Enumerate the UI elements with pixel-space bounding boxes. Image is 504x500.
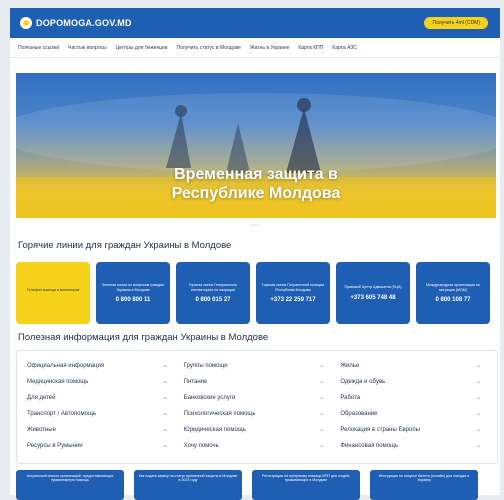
logo-text: DOPOMOGA.GOV.MD: [36, 18, 132, 28]
article-card[interactable]: Как подать заявку на статус временной за…: [134, 470, 242, 500]
info-item[interactable]: Юридическая помощь ⌄: [184, 423, 329, 436]
nav-life-in-ukraine[interactable]: Жизнь в Украине: [250, 45, 290, 51]
chevron-down-icon: ⌄: [319, 443, 325, 449]
info-accordion: Официальная информация ⌄ Группы помощи ⌄ Ж…: [16, 350, 498, 464]
chevron-down-icon: ⌄: [162, 395, 168, 401]
article-cards: Актуальный список организаций, предостав…: [16, 470, 486, 500]
hotline-card-green-line[interactable]: Зеленая линия по вопросам граждан Украин…: [96, 262, 170, 324]
info-item[interactable]: Животные ⌄: [27, 423, 172, 436]
hotlines-title: Горячие линии для граждан Украины в Молд…: [18, 240, 232, 251]
article-card[interactable]: Инструкция по покупке билета (онлайн) дл…: [370, 470, 478, 500]
chevron-down-icon: ⌄: [319, 379, 325, 385]
breadcrumb: • • •: [251, 222, 259, 227]
nav-faq[interactable]: Частые вопросы: [68, 45, 106, 51]
hero-title: Временная защита в Республике Молдова: [171, 166, 341, 202]
hotline-card-border-police[interactable]: Горячая линия Пограничной полиции Респуб…: [256, 262, 330, 324]
info-item[interactable]: Для детей ⌄: [27, 391, 172, 404]
chevron-down-icon: ⌄: [475, 363, 481, 369]
site-logo[interactable]: DOPOMOGA.GOV.MD: [20, 17, 132, 29]
main-nav: Полезные ссылки Частые вопросы Центры дл…: [10, 38, 500, 58]
nav-gas-station-map[interactable]: Карта АЗС: [332, 45, 357, 51]
hero-banner: Временная защита в Республике Молдова: [16, 73, 496, 218]
chevron-down-icon: ⌄: [319, 395, 325, 401]
chevron-down-icon: ⌄: [475, 427, 481, 433]
info-title: Полезная информация для граждан Украины …: [18, 332, 269, 343]
info-item[interactable]: Питание ⌄: [184, 375, 329, 388]
logo-icon: [20, 17, 32, 29]
nav-useful-links[interactable]: Полезные ссылки: [18, 45, 59, 51]
chevron-down-icon: ⌄: [162, 443, 168, 449]
chevron-down-icon: ⌄: [319, 363, 325, 369]
get-help-button[interactable]: Получить 4ml (CDM): [424, 17, 488, 29]
chevron-down-icon: ⌄: [475, 395, 481, 401]
hotline-card-migration[interactable]: Горячая линия Генерального инспектората …: [176, 262, 250, 324]
chevron-down-icon: ⌄: [162, 363, 168, 369]
chevron-down-icon: ⌄: [162, 427, 168, 433]
chevron-down-icon: ⌄: [319, 411, 325, 417]
chevron-down-icon: ⌄: [475, 411, 481, 417]
article-card[interactable]: Актуальный список организаций, предостав…: [16, 470, 124, 500]
info-item[interactable]: Одежда и обувь ⌄: [340, 375, 485, 388]
nav-get-status[interactable]: Получить статус в Молдове: [176, 45, 240, 51]
info-item[interactable]: Транспорт / Автопомощь ⌄: [27, 407, 172, 420]
article-card[interactable]: Регистрация на программу помощи ВПП для …: [252, 470, 360, 500]
info-grid: Официальная информация ⌄ Группы помощи ⌄ Ж…: [27, 359, 485, 452]
hotline-card-iom[interactable]: Международная организация по миграции (М…: [416, 262, 490, 324]
hotline-card-legal-center[interactable]: Правовой Центр Адвокатов (ПЦА) +373 605 …: [336, 262, 410, 324]
info-item[interactable]: Релокация в страны Европы ⌄: [340, 423, 485, 436]
info-item[interactable]: Работа ⌄: [340, 391, 485, 404]
page: DOPOMOGA.GOV.MD Получить 4ml (CDM) Полез…: [10, 8, 500, 495]
info-item[interactable]: Медицинская помощь ⌄: [27, 375, 172, 388]
info-item[interactable]: Психологическая помощь ⌄: [184, 407, 329, 420]
info-item[interactable]: Официальная информация ⌄: [27, 359, 172, 372]
chevron-down-icon: ⌄: [162, 411, 168, 417]
site-header: DOPOMOGA.GOV.MD Получить 4ml (CDM): [10, 8, 500, 38]
nav-refugee-centers[interactable]: Центры для беженцев: [116, 45, 168, 51]
info-item[interactable]: Хочу помочь ⌄: [184, 439, 329, 452]
chevron-down-icon: ⌄: [319, 427, 325, 433]
info-item[interactable]: Образование ⌄: [340, 407, 485, 420]
chevron-down-icon: ⌄: [162, 379, 168, 385]
hotline-card-volunteers[interactable]: Телефон помощи в волонтеров: [16, 262, 90, 324]
chevron-down-icon: ⌄: [475, 379, 481, 385]
nav-checkpoint-map[interactable]: Карта КПП: [298, 45, 323, 51]
chevron-down-icon: ⌄: [475, 443, 481, 449]
info-item[interactable]: Жилье ⌄: [340, 359, 485, 372]
info-item[interactable]: Банковские услуги ⌄: [184, 391, 329, 404]
info-item[interactable]: Ресурсы в Румынии ⌄: [27, 439, 172, 452]
hotlines-list: Телефон помощи в волонтеров Зеленая лини…: [16, 262, 498, 326]
info-item[interactable]: Группы помощи ⌄: [184, 359, 329, 372]
info-item[interactable]: Финансовая помощь ⌄: [340, 439, 485, 452]
